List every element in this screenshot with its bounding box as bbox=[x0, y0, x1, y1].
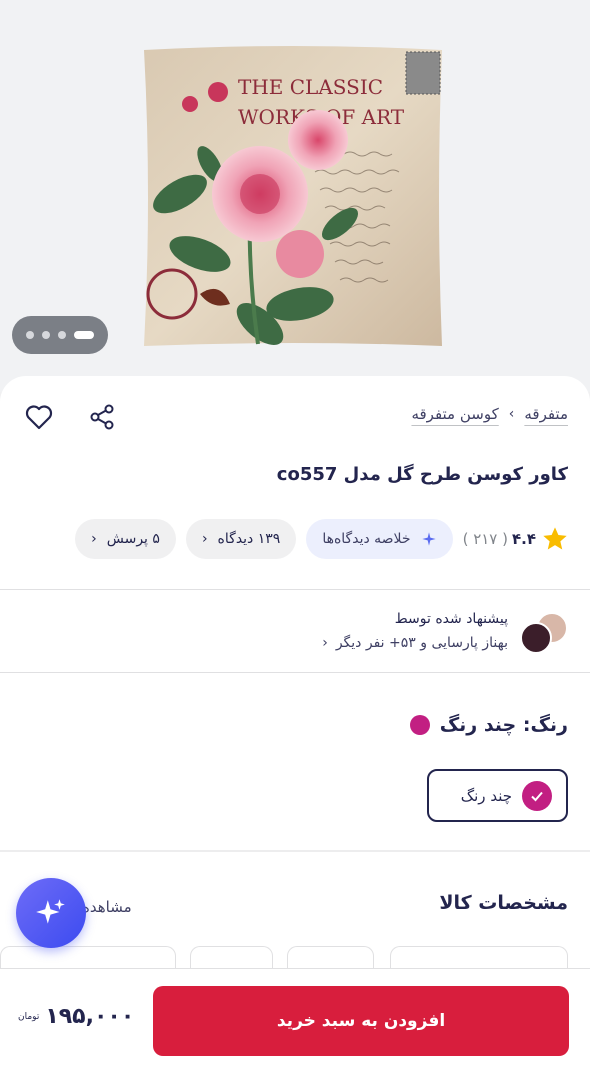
questions-label: ۵ پرسش bbox=[106, 531, 160, 547]
breadcrumb: متفرقه › کوسن متفرقه bbox=[411, 405, 568, 423]
rating[interactable]: ۴.۴ ( ۲۱۷ ) bbox=[463, 525, 570, 553]
pager-dot bbox=[42, 331, 50, 339]
recommended-by[interactable]: پیشنهاد شده توسط بهناز پارسایی و ۵۳+ نفر… bbox=[322, 608, 568, 654]
heart-icon bbox=[25, 405, 53, 430]
breadcrumb-child[interactable]: کوسن متفرقه bbox=[411, 405, 498, 423]
chevron-left-icon: ‹ bbox=[91, 531, 97, 547]
price: تومان ۱۹۵,۰۰۰ bbox=[18, 1004, 134, 1029]
image-text-1: THE CLASSIC bbox=[238, 75, 383, 99]
product-gallery[interactable]: THE CLASSIC WORKS OF ART bbox=[0, 0, 590, 392]
review-summary-label: خلاصه دیدگاه‌ها bbox=[322, 531, 411, 547]
sparkle-icon bbox=[36, 899, 65, 924]
avatar bbox=[520, 622, 552, 654]
ai-assistant-button[interactable] bbox=[16, 878, 86, 948]
currency: تومان bbox=[18, 1011, 40, 1022]
recommended-title: پیشنهاد شده توسط bbox=[394, 611, 508, 627]
color-label: رنگ: چند رنگ bbox=[439, 714, 568, 736]
pager-dot-active bbox=[74, 331, 94, 339]
chevron-left-icon: ‹ bbox=[201, 531, 208, 547]
color-option-label: چند رنگ bbox=[460, 786, 512, 805]
specs-view-all[interactable]: مشاهده bbox=[82, 898, 132, 916]
comments-chip[interactable]: ۱۳۹ دیدگاه ‹ bbox=[185, 519, 297, 559]
pager-dot bbox=[58, 331, 66, 339]
rating-count: ( ۲۱۷ ) bbox=[462, 530, 508, 548]
pager-dot bbox=[26, 331, 34, 339]
star-icon bbox=[543, 527, 567, 550]
product-title: کاور کوسن طرح گل مدل co557 bbox=[276, 464, 568, 485]
comments-label: ۱۳۹ دیدگاه bbox=[217, 531, 281, 547]
specs-title: مشخصات کالا bbox=[439, 892, 568, 914]
recommended-people: بهناز پارسایی و ۵۳+ نفر دیگر bbox=[335, 635, 508, 651]
rating-score: ۴.۴ bbox=[511, 530, 536, 548]
divider bbox=[0, 589, 590, 590]
add-to-cart-button[interactable]: افزودن به سبد خرید bbox=[153, 986, 569, 1056]
questions-chip[interactable]: ۵ پرسش ‹ bbox=[75, 519, 176, 559]
share-icon bbox=[90, 404, 114, 430]
pillow-illustration: THE CLASSIC WORKS OF ART bbox=[144, 46, 442, 346]
divider bbox=[0, 672, 590, 673]
rating-row: ۴.۴ ( ۲۱۷ ) خلاصه دیدگاه‌ها ۱۳۹ دیدگاه ‹… bbox=[20, 518, 570, 560]
divider bbox=[0, 850, 590, 852]
breadcrumb-root[interactable]: متفرقه bbox=[524, 405, 568, 423]
sparkle-icon bbox=[421, 532, 436, 546]
product-image[interactable]: THE CLASSIC WORKS OF ART bbox=[140, 44, 446, 350]
color-swatch bbox=[409, 715, 430, 735]
recommender-avatars bbox=[518, 608, 568, 654]
gallery-pager[interactable] bbox=[12, 316, 108, 354]
color-heading: رنگ: چند رنگ bbox=[409, 714, 568, 736]
chevron-left-icon: ‹ bbox=[322, 635, 328, 651]
chevron-left-icon: › bbox=[508, 406, 515, 422]
color-option-selected[interactable]: چند رنگ bbox=[427, 769, 568, 822]
share-button[interactable] bbox=[85, 400, 119, 434]
check-icon bbox=[522, 780, 552, 811]
price-value: ۱۹۵,۰۰۰ bbox=[45, 1004, 135, 1029]
favorite-button[interactable] bbox=[22, 400, 56, 434]
review-summary-chip[interactable]: خلاصه دیدگاه‌ها bbox=[306, 519, 453, 559]
